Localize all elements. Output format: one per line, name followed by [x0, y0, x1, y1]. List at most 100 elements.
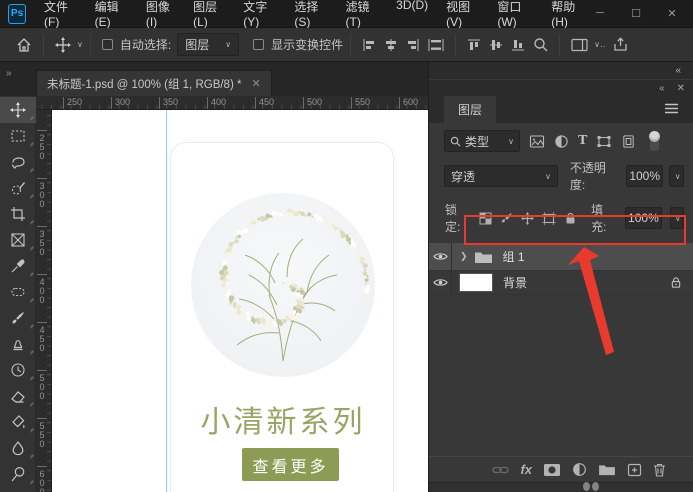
- auto-select-dropdown[interactable]: 图层 ∨: [177, 33, 239, 56]
- ruler-tick-label: 550: [37, 418, 47, 448]
- auto-select-label: 自动选择:: [120, 36, 171, 53]
- adjustment-icon[interactable]: [572, 462, 587, 477]
- tool-rectangular-marquee[interactable]: [0, 123, 36, 149]
- align-left-edges-icon[interactable]: [358, 38, 380, 52]
- align-bottom-edges-icon[interactable]: [507, 38, 529, 52]
- align-top-edges-icon[interactable]: [463, 38, 485, 52]
- move-tool-icon[interactable]: [51, 37, 75, 53]
- auto-select-checkbox[interactable]: [102, 39, 113, 50]
- layer-thumbnail[interactable]: [459, 273, 493, 292]
- options-bar: ∨ 自动选择: 图层 ∨ 显示变换控件: [0, 28, 693, 62]
- magnifier-icon[interactable]: [529, 37, 552, 52]
- tool-eyedropper[interactable]: [0, 253, 36, 279]
- filter-pixel-layers-icon[interactable]: [529, 134, 545, 149]
- filter-adjustment-layers-icon[interactable]: [554, 134, 569, 149]
- toolbar-collapse-icon[interactable]: »: [6, 68, 11, 79]
- workspace-icon[interactable]: [567, 38, 592, 52]
- filter-smart-object-icon[interactable]: [621, 134, 636, 149]
- tool-bar: [0, 96, 36, 492]
- dock-collapse-icon[interactable]: «: [675, 65, 681, 76]
- new-group-icon[interactable]: [598, 463, 616, 476]
- tool-clone-stamp[interactable]: [0, 331, 36, 357]
- document-tab[interactable]: 未标题-1.psd @ 100% (组 1, RGB/8) * ✕: [36, 70, 272, 96]
- group-expander-icon[interactable]: ❯: [460, 251, 468, 262]
- align-right-edges-icon[interactable]: [402, 38, 424, 52]
- layer-mask-icon[interactable]: [543, 463, 561, 477]
- close-button[interactable]: ✕: [665, 7, 679, 20]
- document-canvas[interactable]: 小清新系列 查看更多: [52, 110, 428, 492]
- fill-value[interactable]: 100%: [625, 207, 661, 229]
- workspace-chevron-icon[interactable]: ∨‥: [594, 40, 605, 49]
- tool-lasso[interactable]: [0, 149, 36, 175]
- chevron-down-icon: ∨: [545, 172, 551, 181]
- vertical-ruler[interactable]: 250 300 350 400 450 500 550 600: [36, 110, 52, 492]
- blend-mode-select[interactable]: 穿透 ∨: [444, 165, 558, 187]
- share-icon[interactable]: [609, 37, 632, 52]
- move-tool-chevron-icon[interactable]: ∨: [77, 40, 83, 49]
- tool-quick-selection[interactable]: [0, 175, 36, 201]
- tool-frame[interactable]: [0, 227, 36, 253]
- show-transform-label: 显示变换控件: [271, 36, 343, 53]
- show-transform-checkbox[interactable]: [253, 39, 264, 50]
- layer-lock-icon: [670, 276, 682, 289]
- minimize-button[interactable]: ─: [593, 7, 607, 20]
- menu-bar: Ps 文件(F) 编辑(E) 图像(I) 图层(L) 文字(Y) 选择(S) 滤…: [0, 0, 693, 28]
- panel-collapse-icon[interactable]: «: [659, 83, 665, 94]
- tool-blur[interactable]: [0, 435, 36, 461]
- align-horizontal-centers-icon[interactable]: [380, 38, 402, 52]
- visibility-eye-icon[interactable]: [429, 271, 452, 294]
- lock-label: 锁定:: [445, 201, 471, 235]
- lock-image-pixels-icon[interactable]: [500, 212, 513, 225]
- opacity-value[interactable]: 100%: [626, 165, 663, 187]
- ruler-tick-label: 250: [37, 130, 47, 160]
- lock-artboard-icon[interactable]: [542, 212, 556, 225]
- fill-label: 填充:: [591, 201, 617, 235]
- layer-row-group-1[interactable]: ❯ 组 1: [429, 243, 693, 271]
- distribute-icon[interactable]: [424, 38, 448, 52]
- tab-layers[interactable]: 图层: [444, 96, 496, 123]
- horizontal-ruler[interactable]: 250 300 350 400 450 500 550 600: [36, 96, 428, 110]
- tool-brush[interactable]: [0, 305, 36, 331]
- panel-menu-icon[interactable]: [664, 103, 679, 114]
- filter-toggle[interactable]: [648, 131, 661, 151]
- home-icon[interactable]: [12, 37, 36, 53]
- fill-chevron[interactable]: ∨: [670, 207, 684, 229]
- tool-dodge[interactable]: [0, 461, 36, 487]
- resize-grip-dots: [583, 482, 599, 491]
- lock-all-icon[interactable]: [564, 212, 577, 225]
- link-icon[interactable]: [492, 465, 509, 475]
- tool-move[interactable]: [0, 97, 36, 123]
- panel-tab-row: 图层: [429, 96, 693, 123]
- ruler-tick-label: 400: [207, 97, 226, 109]
- align-vertical-centers-icon[interactable]: [485, 38, 507, 52]
- document-title: 未标题-1.psd @ 100% (组 1, RGB/8) *: [47, 76, 241, 92]
- ruler-tick-label: 400: [37, 274, 47, 304]
- maximize-button[interactable]: ☐: [629, 7, 643, 20]
- layer-row-background[interactable]: 背景: [429, 271, 693, 295]
- tab-close-icon[interactable]: ✕: [251, 77, 260, 90]
- panel-close-icon[interactable]: ✕: [677, 83, 685, 94]
- opacity-chevron[interactable]: ∨: [669, 165, 684, 187]
- tool-history-brush[interactable]: [0, 357, 36, 383]
- tool-spot-healing-patch[interactable]: [0, 279, 36, 305]
- lock-transparent-pixels-icon[interactable]: [479, 212, 492, 225]
- tool-crop[interactable]: [0, 201, 36, 227]
- layer-filter-type-select[interactable]: 类型 ∨: [444, 130, 520, 152]
- photoshop-window: Ps 文件(F) 编辑(E) 图像(I) 图层(L) 文字(Y) 选择(S) 滤…: [0, 0, 693, 492]
- filter-type-layers-icon[interactable]: T: [578, 133, 587, 149]
- lock-position-icon[interactable]: [521, 212, 534, 225]
- layer-name[interactable]: 背景: [503, 274, 527, 291]
- delete-icon[interactable]: [653, 463, 666, 477]
- filter-shape-layers-icon[interactable]: [596, 134, 612, 149]
- visibility-eye-icon[interactable]: [429, 243, 452, 270]
- card-title: 小清新系列: [171, 397, 395, 441]
- layer-name[interactable]: 组 1: [503, 248, 525, 265]
- document-tab-bar: » 未标题-1.psd @ 100% (组 1, RGB/8) * ✕: [0, 62, 428, 96]
- new-layer-icon[interactable]: [627, 463, 642, 477]
- tool-paint-bucket[interactable]: [0, 409, 36, 435]
- ruler-tick-label: 550: [351, 97, 370, 109]
- fx-icon[interactable]: fx: [520, 462, 532, 477]
- right-panel-dock: « « ✕ 图层 类型 ∨ T: [428, 62, 693, 492]
- ruler-tick-label: 300: [37, 178, 47, 208]
- tool-eraser[interactable]: [0, 383, 36, 409]
